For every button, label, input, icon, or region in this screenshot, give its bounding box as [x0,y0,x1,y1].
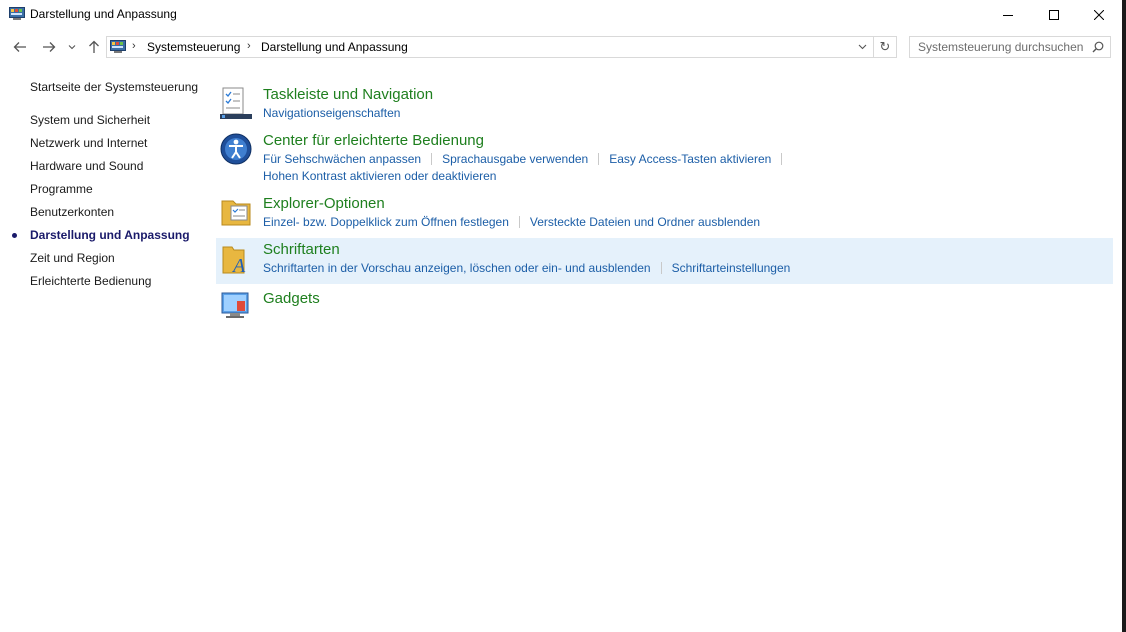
address-bar[interactable]: › Systemsteuerung › Darstellung und Anpa… [106,36,897,58]
category-taskleiste: Taskleiste und Navigation Navigationseig… [216,84,1113,124]
link-separator [598,153,600,165]
refresh-button[interactable]: ↻ [873,37,896,57]
category-title-explorer-optionen[interactable]: Explorer-Optionen [263,195,385,212]
chevron-down-icon [68,45,76,50]
link-navigationseigenschaften[interactable]: Navigationseigenschaften [263,106,400,120]
category-title-taskleiste[interactable]: Taskleiste und Navigation [263,86,433,103]
sidebar-item-zeit-region[interactable]: Zeit und Region [30,251,115,265]
close-icon [1094,10,1104,20]
taskbar-icon [220,87,252,119]
up-button[interactable] [85,38,103,56]
sidebar-item-erleichterte-bedienung[interactable]: Erleichterte Bedienung [30,274,151,288]
breadcrumb-systemsteuerung[interactable]: Systemsteuerung [147,40,240,54]
link-easy-access-tasten[interactable]: Easy Access-Tasten aktivieren [609,152,771,166]
svg-text:A: A [231,255,246,277]
sidebar-item-darstellung-current: Darstellung und Anpassung [30,228,190,242]
sidebar-item-system-sicherheit[interactable]: System und Sicherheit [30,113,150,127]
category-links-erleichterte-bedienung: Für Sehschwächen anpassen Sprachausgabe v… [263,152,792,166]
sidebar-home-link[interactable]: Startseite der Systemsteuerung [30,80,198,94]
ease-of-access-icon [220,133,252,165]
fonts-icon: A [222,246,246,277]
breadcrumb-separator-icon[interactable]: › [247,40,251,52]
minimize-icon [1003,15,1013,16]
category-title-erleichterte-bedienung[interactable]: Center für erleichterte Bedienung [263,132,484,149]
link-separator [431,153,433,165]
maximize-button[interactable] [1031,0,1077,30]
category-explorer-optionen: Explorer-Optionen Einzel- bzw. Doppelkli… [216,193,1113,233]
category-title-gadgets[interactable]: Gadgets [263,290,320,307]
title-bar: Darstellung und Anpassung [0,0,1122,30]
current-item-bullet-icon [12,233,17,238]
category-erleichterte-bedienung: Center für erleichterte Bedienung Für Se… [216,130,1113,186]
forward-button[interactable] [40,38,58,56]
control-panel-icon [9,7,25,20]
back-button[interactable] [11,38,29,56]
back-arrow-icon [13,42,26,52]
link-sehschwaechen[interactable]: Für Sehschwächen anpassen [263,152,421,166]
category-gadgets: Gadgets [216,288,1113,322]
link-versteckte-dateien[interactable]: Versteckte Dateien und Ordner ausblenden [530,215,760,229]
link-sprachausgabe[interactable]: Sprachausgabe verwenden [442,152,588,166]
category-links-explorer-optionen: Einzel- bzw. Doppelklick zum Öffnen fest… [263,215,760,229]
search-icon[interactable] [1092,41,1104,53]
link-separator [781,153,783,165]
category-title-schriftarten[interactable]: Schriftarten [263,241,340,258]
sidebar-item-netzwerk-internet[interactable]: Netzwerk und Internet [30,136,147,150]
link-separator [518,216,520,228]
category-schriftarten[interactable]: A Schriftarten Schriftarten in der Vorsc… [216,238,1113,284]
sidebar-item-programme[interactable]: Programme [30,182,93,196]
close-button[interactable] [1076,0,1122,30]
gadgets-icon [221,292,249,318]
category-links-erleichterte-bedienung-2: Hohen Kontrast aktivieren oder deaktivie… [263,169,496,183]
link-hoher-kontrast[interactable]: Hohen Kontrast aktivieren oder deaktivie… [263,169,496,183]
search-placeholder: Systemsteuerung durchsuchen [918,40,1084,54]
address-dropdown-button[interactable] [852,37,872,57]
sidebar-item-hardware-sound[interactable]: Hardware und Sound [30,159,143,173]
category-links-taskleiste: Navigationseigenschaften [263,106,400,120]
up-arrow-icon [89,40,99,53]
category-links-schriftarten: Schriftarten in der Vorschau anzeigen, l… [263,261,790,275]
refresh-icon: ↻ [879,39,891,54]
link-schriftarteinstellungen[interactable]: Schriftarteinstellungen [672,261,791,275]
link-separator [660,262,662,274]
folder-options-icon [221,200,251,226]
recent-locations-button[interactable] [66,38,78,56]
link-einzel-doppelklick[interactable]: Einzel- bzw. Doppelklick zum Öffnen fest… [263,215,509,229]
chevron-down-icon [858,44,866,50]
breadcrumb-current[interactable]: Darstellung und Anpassung [261,40,408,54]
breadcrumb-separator-icon[interactable]: › [132,40,136,52]
window-border [1122,0,1126,632]
sidebar-item-benutzerkonten[interactable]: Benutzerkonten [30,205,114,219]
link-schriftarten-vorschau[interactable]: Schriftarten in der Vorschau anzeigen, l… [263,261,651,275]
control-panel-icon [110,40,126,53]
search-input[interactable]: Systemsteuerung durchsuchen [909,36,1111,58]
forward-arrow-icon [43,42,56,52]
maximize-icon [1049,10,1059,20]
minimize-button[interactable] [985,0,1031,30]
window-title: Darstellung und Anpassung [30,7,177,21]
